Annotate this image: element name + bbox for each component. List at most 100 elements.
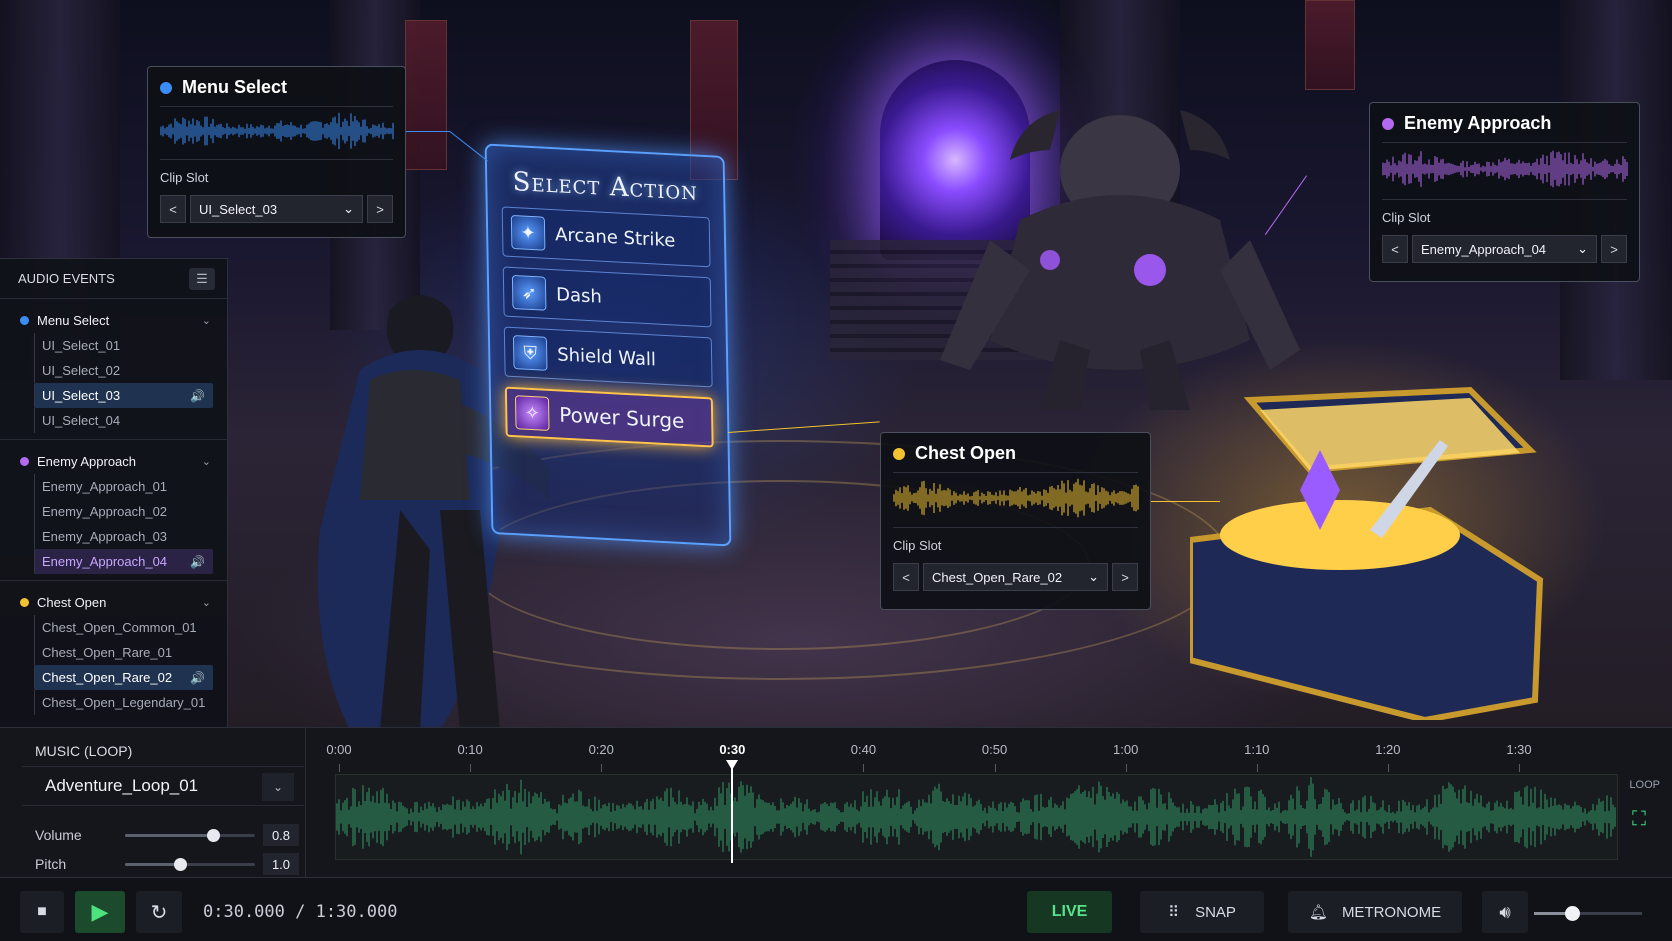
clip-item[interactable]: UI_Select_04: [34, 408, 213, 433]
clip-dropdown[interactable]: UI_Select_03 ⌄: [190, 195, 363, 223]
card-header: Enemy Approach: [1382, 113, 1627, 143]
event-group-menu-select: Menu Select ⌄ UI_Select_01 UI_Select_02 …: [0, 299, 227, 440]
master-volume-slider[interactable]: [1534, 906, 1642, 921]
volume-value[interactable]: 0.8: [263, 824, 299, 846]
clip-dropdown[interactable]: Chest_Open_Rare_02 ⌄: [923, 563, 1108, 591]
timeline-tick-label: 0:40: [850, 742, 877, 757]
clip-item[interactable]: Enemy_Approach_01: [34, 474, 213, 499]
event-color-dot: [893, 447, 905, 460]
connector-line: [405, 131, 450, 132]
event-group-name: Menu Select: [37, 312, 110, 328]
clip-item[interactable]: Chest_Open_Rare_01: [34, 640, 213, 665]
volume-slider-knob[interactable]: [207, 828, 220, 842]
menu-option-dash[interactable]: ➶ Dash: [502, 266, 712, 328]
pitch-slider-knob[interactable]: [174, 857, 187, 871]
clip-name: Chest_Open_Rare_01: [42, 645, 173, 660]
select-action-menu: Select Action ✦ Arcane Strike ➶ Dash ⛨ S…: [484, 143, 732, 547]
waveform: [160, 112, 394, 150]
clip-slot-label: Clip Slot: [160, 159, 393, 185]
playhead-handle[interactable]: [726, 760, 739, 770]
loop-button[interactable]: ↻: [136, 891, 182, 933]
menu-option-label: Shield Wall: [557, 343, 657, 371]
waveform: [893, 478, 1139, 518]
speaker-icon[interactable]: 🔊: [190, 389, 205, 403]
clip-item-selected[interactable]: UI_Select_03 🔊: [34, 383, 213, 408]
menu-option-label: Power Surge: [559, 402, 685, 434]
snap-button[interactable]: ⠿ SNAP: [1140, 891, 1264, 933]
volume-slider[interactable]: [125, 828, 255, 842]
clip-name: Enemy_Approach_01: [42, 479, 168, 494]
volume-slider-fill: [125, 833, 213, 837]
menu-option-arcane-strike[interactable]: ✦ Arcane Strike: [501, 206, 711, 268]
event-group-header[interactable]: Menu Select ⌄: [0, 307, 227, 333]
timeline-tick-mark: [1125, 764, 1127, 772]
power-surge-icon: ✧: [514, 395, 550, 431]
next-clip-button[interactable]: >: [1112, 563, 1138, 591]
clip-dropdown[interactable]: Enemy_Approach_04 ⌄: [1412, 235, 1597, 263]
prev-clip-button[interactable]: <: [160, 195, 186, 223]
clip-name: Chest_Open_Legendary_01: [42, 695, 206, 710]
pitch-slider[interactable]: [125, 857, 255, 871]
card-title: Menu Select: [182, 77, 288, 97]
music-loop-panel: MUSIC (LOOP) Adventure_Loop_01 ⌄ Volume …: [0, 727, 1672, 878]
chevron-down-icon[interactable]: ⌄: [202, 314, 211, 327]
live-button[interactable]: LIVE: [1027, 891, 1112, 933]
music-waveform-track[interactable]: [335, 774, 1618, 860]
music-track-dropdown[interactable]: Adventure_Loop_01 ⌄: [22, 766, 304, 806]
clip-item-selected[interactable]: Enemy_Approach_04 🔊: [34, 549, 213, 574]
clip-item[interactable]: UI_Select_02: [34, 358, 213, 383]
play-button[interactable]: ▶: [75, 891, 125, 933]
chevron-down-icon: ⌄: [1088, 569, 1099, 584]
speaker-icon[interactable]: 🔊: [190, 671, 205, 685]
timeline-tick-mark: [601, 764, 603, 772]
card-title: Chest Open: [915, 443, 1017, 463]
clip-item[interactable]: UI_Select_01: [34, 333, 213, 358]
next-clip-button[interactable]: >: [1601, 235, 1627, 263]
event-group-header[interactable]: Chest Open ⌄: [0, 589, 227, 615]
menu-option-power-surge[interactable]: ✧ Power Surge: [504, 386, 714, 448]
clip-item-selected[interactable]: Chest_Open_Rare_02 🔊: [34, 665, 213, 690]
metronome-button[interactable]: 🔔︎ METRONOME: [1288, 891, 1462, 933]
clip-item[interactable]: Enemy_Approach_03: [34, 524, 213, 549]
menu-option-shield-wall[interactable]: ⛨ Shield Wall: [503, 326, 713, 388]
treasure-chest: [1190, 386, 1544, 720]
music-waveform: [336, 777, 1616, 857]
audio-card-menu-select: Menu Select Clip Slot < UI_Select_03 ⌄ >: [147, 66, 406, 238]
master-volume-button[interactable]: 🔊︎: [1482, 891, 1528, 933]
pitch-slider-fill: [125, 862, 180, 866]
chevron-down-icon[interactable]: ⌄: [202, 596, 211, 609]
chevron-down-icon[interactable]: ⌄: [202, 455, 211, 468]
master-volume-knob[interactable]: [1564, 906, 1580, 921]
game-viewport: Select Action ✦ Arcane Strike ➶ Dash ⛨ S…: [0, 0, 1672, 727]
clip-name: UI_Select_03: [42, 388, 121, 403]
prev-clip-button[interactable]: <: [893, 563, 919, 591]
loop-toggle-icon[interactable]: ⛶: [1632, 808, 1658, 832]
clip-name: UI_Select_01: [42, 338, 121, 353]
timeline-tick-label: 0:50: [981, 742, 1008, 757]
music-timeline[interactable]: 0:00 0:10 0:20 0:30 0:40 0:50 1:00 1:10 1:20 1:30: [326, 728, 1620, 878]
chevron-down-icon[interactable]: ⌄: [262, 773, 294, 801]
menu-option-label: Arcane Strike: [554, 223, 676, 252]
clip-item[interactable]: Chest_Open_Legendary_01: [34, 690, 213, 715]
chevron-down-icon: ⌄: [1577, 241, 1588, 256]
prev-clip-button[interactable]: <: [1382, 235, 1408, 263]
clip-name: Chest_Open_Rare_02: [42, 670, 173, 685]
audio-card-chest-open: Chest Open Clip Slot < Chest_Open_Rare_0…: [880, 432, 1151, 610]
play-icon: ▶: [91, 899, 109, 924]
next-clip-button[interactable]: >: [367, 195, 393, 223]
playhead[interactable]: [731, 760, 734, 863]
event-group-name: Chest Open: [37, 594, 107, 610]
waveform-path: [336, 777, 1616, 857]
timeline-tick-mark: [339, 764, 340, 772]
event-group-header[interactable]: Enemy Approach ⌄: [0, 448, 227, 474]
clip-item[interactable]: Chest_Open_Common_01: [34, 615, 213, 640]
speaker-icon[interactable]: 🔊: [190, 555, 205, 569]
clip-dropdown-value: UI_Select_03: [199, 201, 278, 217]
clip-item[interactable]: Enemy_Approach_02: [34, 499, 213, 524]
connector-line: [1150, 501, 1220, 502]
pitch-label: Pitch: [35, 856, 67, 872]
stop-button[interactable]: ■: [20, 891, 64, 933]
pitch-value[interactable]: 1.0: [263, 853, 299, 875]
sliders-icon[interactable]: ☰: [189, 267, 215, 290]
clip-dropdown-value: Chest_Open_Rare_02: [932, 569, 1063, 585]
